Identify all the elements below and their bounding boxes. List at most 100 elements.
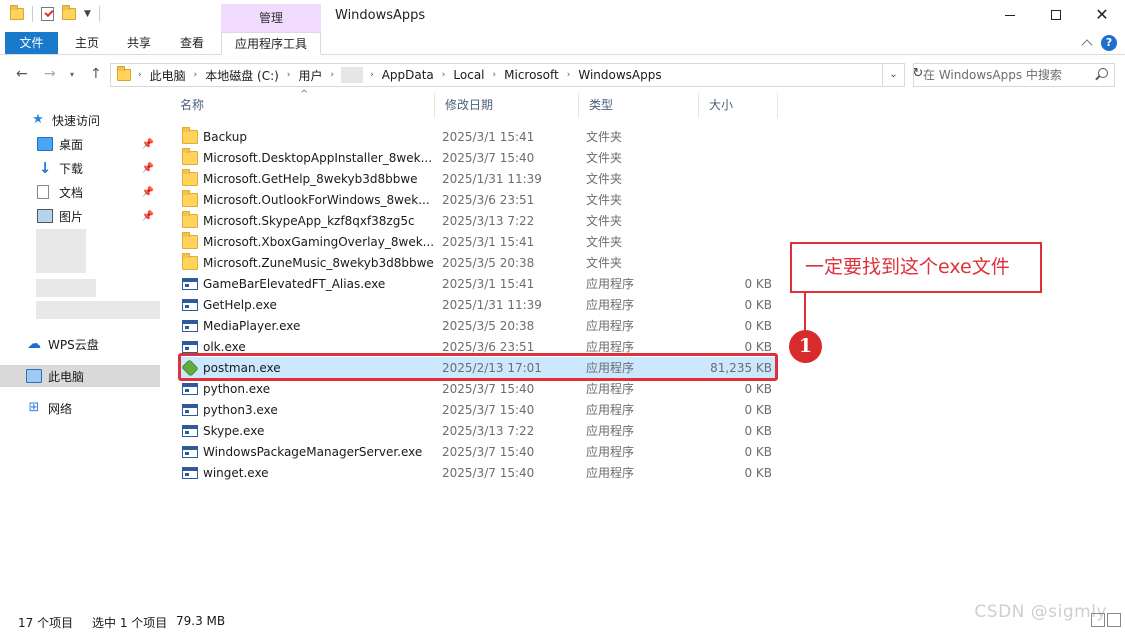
file-date: 2025/1/31 11:39 bbox=[442, 297, 542, 312]
file-size: 0 KB bbox=[744, 297, 772, 312]
nav-network[interactable]: ⊞ 网络 bbox=[0, 397, 160, 419]
file-name: python.exe bbox=[203, 381, 271, 396]
document-icon bbox=[37, 185, 49, 199]
breadcrumb-microsoft[interactable]: Microsoft bbox=[504, 68, 559, 82]
divider bbox=[98, 6, 100, 22]
nav-desktop[interactable]: 桌面 📌 bbox=[0, 133, 160, 155]
nav-pictures[interactable]: 图片 📌 bbox=[0, 205, 160, 227]
chevron-right-icon[interactable]: › bbox=[330, 70, 334, 80]
exe-icon bbox=[182, 382, 198, 395]
column-header-name[interactable]: 名称 bbox=[170, 93, 434, 118]
file-row[interactable]: GameBarElevatedFT_Alias.exe 2025/3/1 15:4… bbox=[178, 273, 778, 294]
nav-wps-cloud[interactable]: ☁ WPS云盘 bbox=[0, 333, 160, 355]
tab-view[interactable]: 查看 bbox=[170, 32, 214, 54]
desktop-icon bbox=[37, 137, 53, 151]
tab-home[interactable]: 主页 bbox=[65, 32, 109, 54]
pin-icon[interactable]: 📌 bbox=[142, 139, 154, 150]
large-icons-view-icon[interactable] bbox=[1107, 613, 1121, 627]
folder-icon bbox=[182, 210, 198, 228]
tab-file[interactable]: 文件 bbox=[5, 32, 58, 54]
nav-downloads[interactable]: ↓ 下载 📌 bbox=[0, 157, 160, 179]
chevron-right-icon[interactable]: › bbox=[370, 70, 374, 80]
breadcrumb-windowsapps[interactable]: WindowsApps bbox=[578, 68, 661, 82]
star-icon: ★ bbox=[32, 112, 44, 127]
file-row[interactable]: Microsoft.GetHelp_8wekyb3d8bbwe 2025/1/31… bbox=[178, 168, 778, 189]
breadcrumb-local-disk[interactable]: 本地磁盘 (C:) bbox=[205, 67, 279, 84]
back-arrow-icon[interactable]: ← bbox=[16, 66, 28, 82]
column-header-type[interactable]: 类型 bbox=[578, 93, 698, 118]
breadcrumb-username-redacted[interactable] bbox=[341, 67, 364, 83]
address-bar-row: ← → ▾ ↑ › 此电脑 › 本地磁盘 (C:) › 用户 › › AppDa… bbox=[0, 55, 1125, 93]
file-name: Microsoft.DesktopAppInstaller_8wek... bbox=[203, 150, 433, 165]
pin-icon[interactable]: 📌 bbox=[142, 211, 154, 222]
recent-locations-chevron-icon[interactable]: ▾ bbox=[70, 70, 74, 79]
maximize-button[interactable] bbox=[1033, 0, 1079, 30]
view-mode-buttons bbox=[1091, 613, 1121, 627]
file-row[interactable]: Microsoft.XboxGamingOverlay_8wek... 2025/… bbox=[178, 231, 778, 252]
chevron-right-icon[interactable]: › bbox=[442, 70, 446, 80]
chevron-right-icon[interactable]: › bbox=[493, 70, 497, 80]
cloud-icon: ☁ bbox=[27, 336, 41, 352]
selection-count: 选中 1 个项目 bbox=[92, 616, 168, 630]
exe-icon bbox=[182, 445, 198, 458]
annotation-callout: 一定要找到这个exe文件 bbox=[790, 242, 1042, 293]
address-history-dropdown[interactable]: ⌄ bbox=[883, 63, 905, 87]
minimize-button[interactable] bbox=[987, 0, 1033, 30]
chevron-right-icon[interactable]: › bbox=[138, 70, 142, 80]
column-header-date[interactable]: 修改日期 bbox=[434, 93, 578, 118]
watermark: CSDN @sigmly bbox=[974, 602, 1107, 622]
nav-this-pc[interactable]: 此电脑 bbox=[0, 365, 160, 387]
file-type: 应用程序 bbox=[586, 277, 635, 291]
close-button[interactable]: ✕ bbox=[1079, 0, 1125, 30]
file-row[interactable]: Microsoft.SkypeApp_kzf8qxf38zg5c 2025/3/1… bbox=[178, 210, 778, 231]
file-date: 2025/3/1 15:41 bbox=[442, 234, 535, 249]
tab-share[interactable]: 共享 bbox=[117, 32, 161, 54]
exe-icon bbox=[182, 403, 198, 416]
exe-icon bbox=[182, 466, 198, 479]
file-row[interactable]: WindowsPackageManagerServer.exe 2025/3/7 … bbox=[178, 441, 778, 462]
file-row[interactable]: Backup 2025/3/1 15:41 文件夹 bbox=[178, 126, 778, 147]
collapse-ribbon-icon[interactable] bbox=[1081, 39, 1093, 51]
breadcrumb-local[interactable]: Local bbox=[453, 68, 484, 82]
nav-quick-access[interactable]: ★ 快速访问 bbox=[0, 109, 160, 131]
navigation-pane: ★ 快速访问 桌面 📌 ↓ 下载 📌 文档 📌 图片 📌 ☁ WPS云盘 此电脑… bbox=[0, 93, 162, 608]
breadcrumb-users[interactable]: 用户 bbox=[298, 67, 322, 84]
context-tab-manage[interactable]: 管理 bbox=[221, 4, 321, 32]
forward-arrow-icon[interactable]: → bbox=[44, 66, 56, 82]
chevron-right-icon[interactable]: › bbox=[194, 70, 198, 80]
breadcrumb-appdata[interactable]: AppData bbox=[382, 68, 434, 82]
search-input[interactable]: 在 WindowsApps 中搜索 bbox=[913, 63, 1115, 87]
file-size: 0 KB bbox=[744, 402, 772, 417]
customize-toolbar-dropdown-icon[interactable]: ▼ bbox=[84, 9, 91, 19]
file-row[interactable]: Microsoft.OutlookForWindows_8wek... 2025/… bbox=[178, 189, 778, 210]
nav-documents[interactable]: 文档 📌 bbox=[0, 181, 160, 203]
properties-icon[interactable] bbox=[41, 7, 54, 21]
file-row[interactable]: GetHelp.exe 2025/1/31 11:39 应用程序 0 KB bbox=[178, 294, 778, 315]
file-name: GameBarElevatedFT_Alias.exe bbox=[203, 276, 386, 291]
file-row[interactable]: python.exe 2025/3/7 15:40 应用程序 0 KB bbox=[178, 378, 778, 399]
file-row[interactable]: python3.exe 2025/3/7 15:40 应用程序 0 KB bbox=[178, 399, 778, 420]
pin-icon[interactable]: 📌 bbox=[142, 187, 154, 198]
tab-application-tools[interactable]: 应用程序工具 bbox=[221, 32, 321, 55]
file-row[interactable]: MediaPlayer.exe 2025/3/5 20:38 应用程序 0 KB bbox=[178, 315, 778, 336]
file-row[interactable]: Skype.exe 2025/3/13 7:22 应用程序 0 KB bbox=[178, 420, 778, 441]
address-bar[interactable]: › 此电脑 › 本地磁盘 (C:) › 用户 › › AppData › Loc… bbox=[110, 63, 883, 87]
folder-icon bbox=[182, 126, 198, 144]
file-type: 文件夹 bbox=[586, 130, 623, 144]
folder-icon bbox=[117, 66, 131, 81]
file-row[interactable]: Microsoft.ZuneMusic_8wekyb3d8bbwe 2025/3/… bbox=[178, 252, 778, 273]
file-row[interactable]: Microsoft.DesktopAppInstaller_8wek... 202… bbox=[178, 147, 778, 168]
divider bbox=[32, 6, 33, 22]
details-view-icon[interactable] bbox=[1091, 613, 1105, 627]
pin-icon[interactable]: 📌 bbox=[142, 163, 154, 174]
breadcrumb-this-pc[interactable]: 此电脑 bbox=[150, 67, 186, 84]
chevron-right-icon[interactable]: › bbox=[287, 70, 291, 80]
minimize-icon bbox=[1005, 14, 1015, 16]
column-header-size[interactable]: 大小 bbox=[698, 93, 778, 118]
help-icon[interactable]: ? bbox=[1101, 35, 1117, 51]
new-folder-icon[interactable] bbox=[62, 5, 76, 20]
up-arrow-icon[interactable]: ↑ bbox=[90, 66, 102, 82]
file-size: 0 KB bbox=[744, 444, 772, 459]
file-row[interactable]: winget.exe 2025/3/7 15:40 应用程序 0 KB bbox=[178, 462, 778, 483]
chevron-right-icon[interactable]: › bbox=[567, 70, 571, 80]
